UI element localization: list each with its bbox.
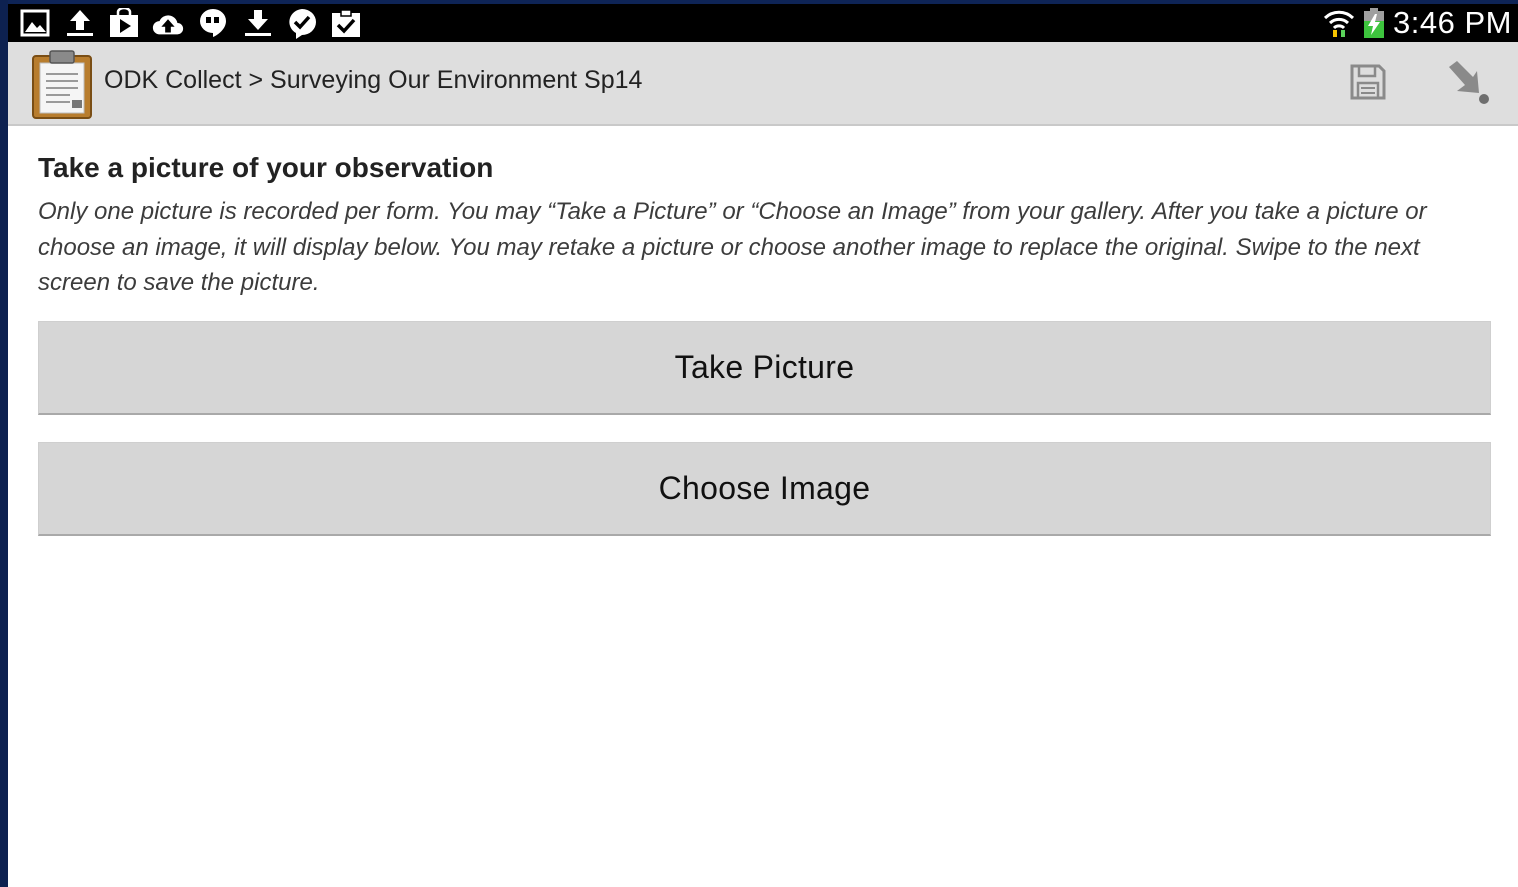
- device-frame: [0, 0, 8, 887]
- save-icon: [1348, 62, 1388, 107]
- take-picture-button[interactable]: Take Picture: [38, 321, 1491, 415]
- question-hint: Only one picture is recorded per form. Y…: [38, 198, 1427, 296]
- battery-charging-icon: [1360, 8, 1388, 38]
- messenger-icon: [285, 8, 319, 39]
- status-bar: 3:46 PM: [8, 4, 1518, 42]
- wifi-icon: [1322, 8, 1356, 38]
- go-to-prompt-button[interactable]: [1438, 56, 1494, 112]
- play-store-icon: [107, 8, 141, 38]
- download-icon: [241, 8, 275, 38]
- gallery-icon: [18, 8, 52, 38]
- form-content: Take a picture of your observation Only …: [8, 126, 1518, 887]
- cloud-upload-icon: [151, 8, 185, 38]
- question-label: Take a picture of your observation: [38, 152, 494, 183]
- go-to-prompt-icon: [1441, 57, 1491, 112]
- clipboard-icon[interactable]: [30, 48, 96, 120]
- choose-image-button[interactable]: Choose Image: [38, 442, 1491, 536]
- save-button[interactable]: [1340, 56, 1396, 112]
- hangouts-icon: [196, 8, 230, 38]
- action-bar: ODK Collect > Surveying Our Environment …: [8, 42, 1518, 126]
- clipboard-check-icon: [329, 8, 363, 38]
- page-title: ODK Collect > Surveying Our Environment …: [104, 66, 643, 94]
- clock: 3:46 PM: [1393, 5, 1512, 40]
- upload-icon: [63, 8, 97, 38]
